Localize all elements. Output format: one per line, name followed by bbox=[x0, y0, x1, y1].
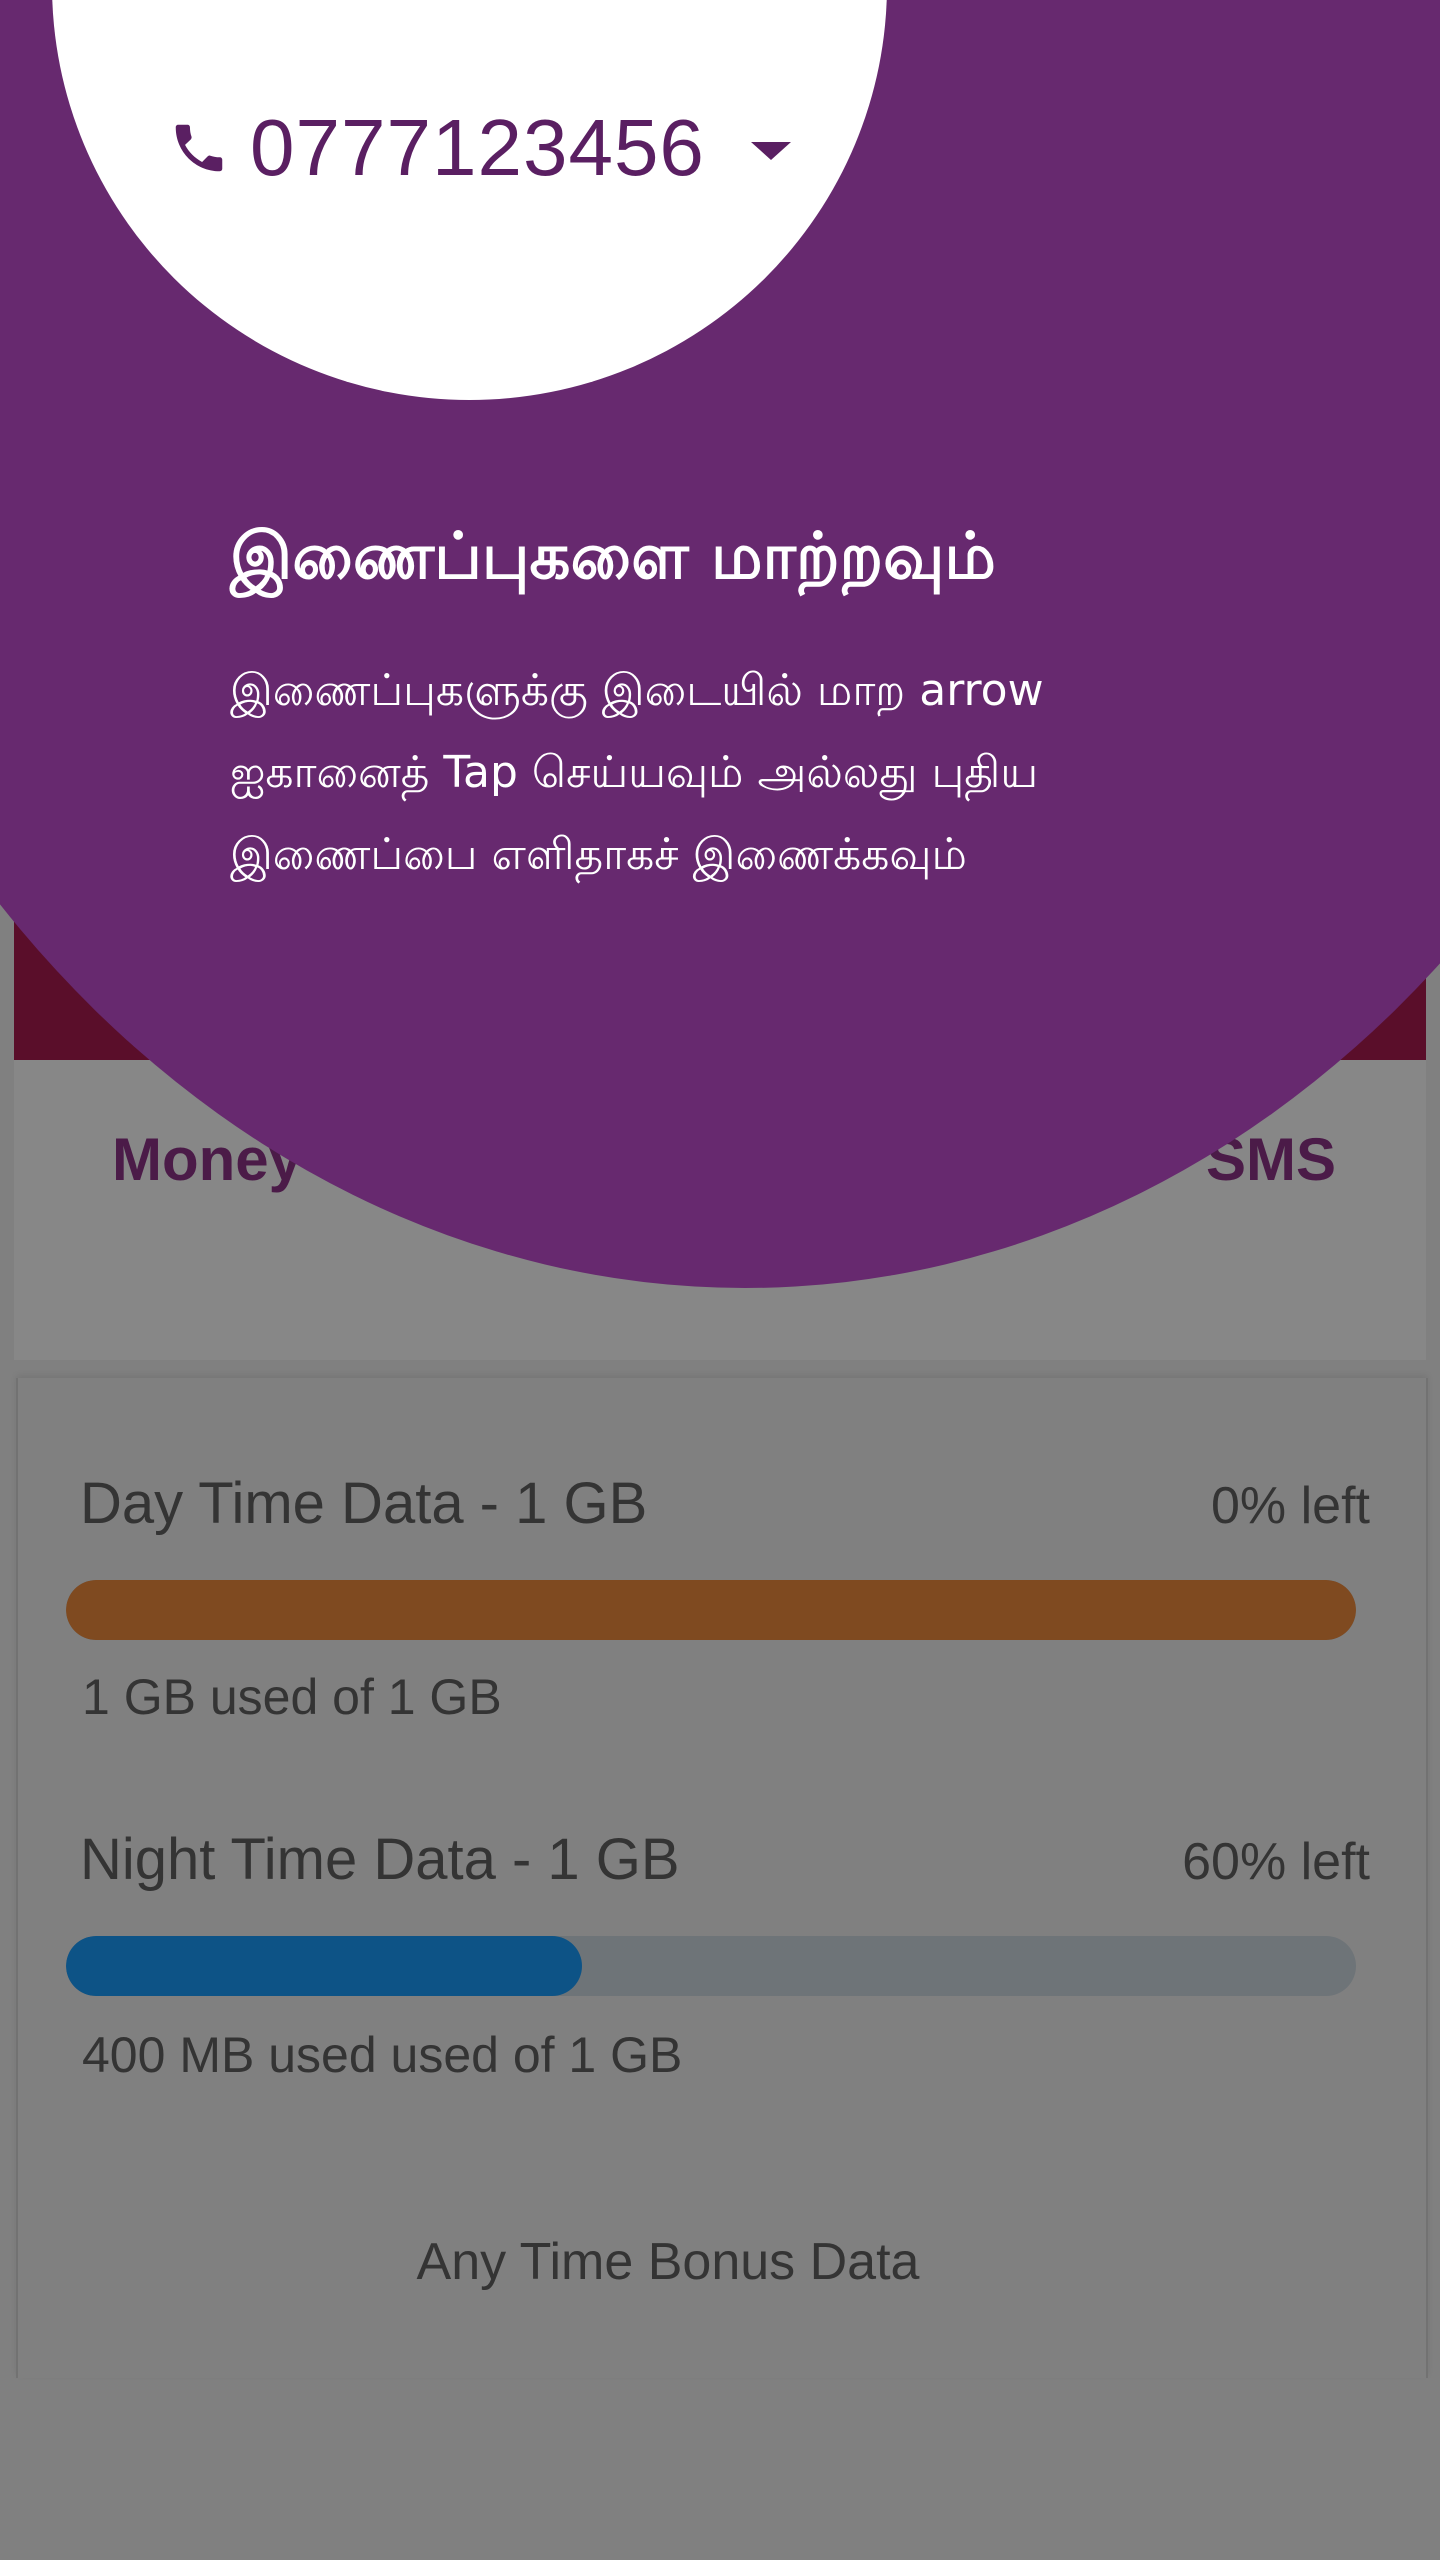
bonus-data-title: Any Time Bonus Data bbox=[416, 2233, 920, 2291]
night-data-remaining: 60% left bbox=[1182, 1833, 1370, 1891]
day-data-title: Day Time Data - 1 GB bbox=[80, 1471, 648, 1536]
chevron-down-icon[interactable] bbox=[750, 142, 791, 160]
night-data-title: Night Time Data - 1 GB bbox=[80, 1827, 680, 1892]
phone-number: 0777123456 bbox=[250, 103, 705, 192]
day-data-used-text: 1 GB used of 1 GB bbox=[82, 1669, 502, 1725]
day-data-progress-fill bbox=[66, 1580, 1356, 1640]
connection-selector[interactable]: 0777123456 bbox=[168, 100, 791, 196]
screen: Money SMS Day Time Data - 1 GB 0% left 1… bbox=[0, 0, 1440, 2560]
coach-mark-description: இணைப்புகளுக்கு இடையில் மாற arrow ஐகானைத்… bbox=[230, 665, 1044, 880]
night-data-used-text: 400 MB used used of 1 GB bbox=[82, 2027, 683, 2083]
phone-icon bbox=[168, 113, 230, 183]
night-data-progress-fill bbox=[66, 1936, 582, 1996]
coach-mark-title: இணைப்புகளை மாற்றவும் bbox=[230, 520, 996, 594]
night-data-progress-bar bbox=[66, 1936, 1356, 1996]
day-data-progress-bar bbox=[66, 1580, 1356, 1640]
day-data-remaining: 0% left bbox=[1211, 1477, 1370, 1535]
